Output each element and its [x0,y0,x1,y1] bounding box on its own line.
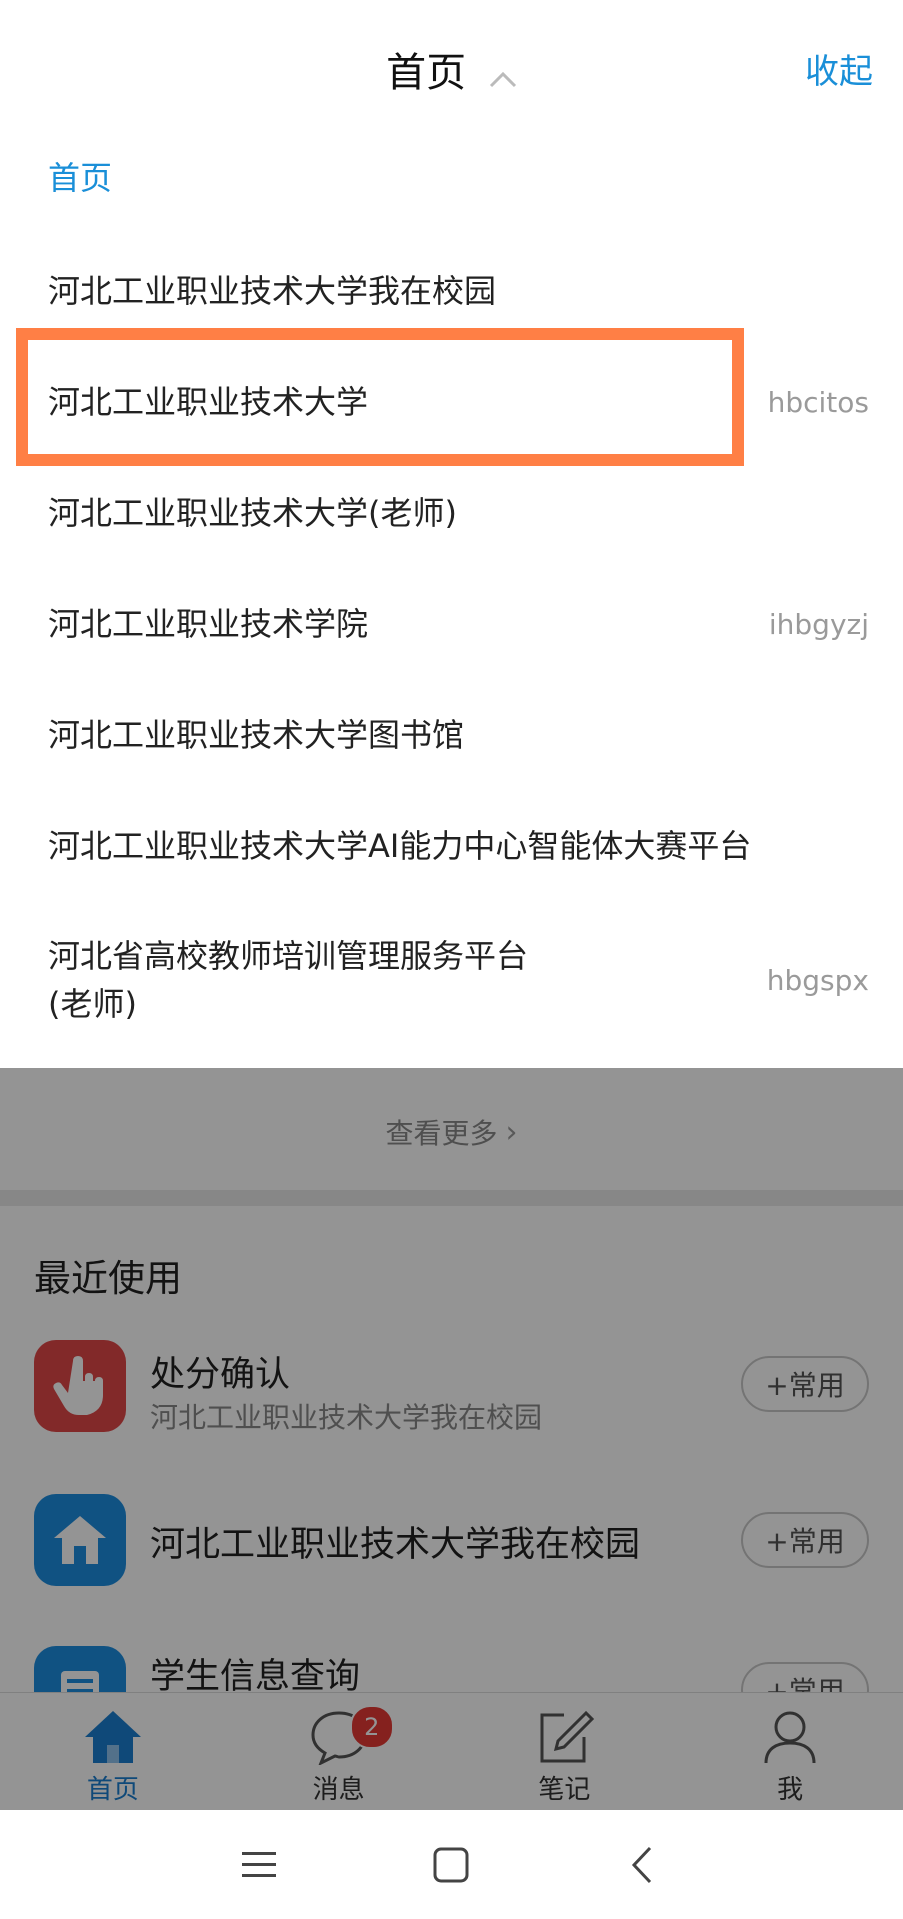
highlight-annotation-box [16,328,744,466]
school-item-label-line2: (老师) [48,985,137,1023]
dim-overlay[interactable] [0,1068,903,1810]
school-item-label: 河北省高校教师培训管理服务平台 [48,937,529,975]
school-item-label: 河北工业职业技术大学图书馆 [48,716,465,754]
panel-header: 首页 收起 [0,0,903,134]
home-square-icon[interactable] [426,1840,476,1890]
school-item-label: 河北工业职业技术大学我在校园 [48,272,497,310]
school-item[interactable]: 河北工业职业技术大学(老师) [0,459,903,570]
system-navigation-bar [0,1810,903,1919]
school-item-label: 河北工业职业技术大学AI能力中心智能体大赛平台 [48,827,752,865]
chevron-up-icon [489,52,517,98]
panel-title[interactable]: 首页 [0,40,903,98]
school-item-label: 河北工业职业技术大学(老师) [48,494,457,532]
school-item[interactable]: 河北工业职业技术学院 ihbgyzj [0,570,903,681]
school-item-label: 首页 [48,159,113,197]
collapse-button[interactable]: 收起 [805,44,873,93]
school-switcher-panel: 首页 收起 首页 河北工业职业技术大学我在校园 河北工业职业技术大学 hbcit… [0,0,903,1068]
school-item-code: ihbgyzj [768,608,869,641]
school-item-code: hbcitos [767,386,869,419]
school-item-home[interactable]: 首页 [0,126,903,237]
school-item[interactable]: 河北工业职业技术大学AI能力中心智能体大赛平台 [0,792,903,903]
school-item-label: 河北工业职业技术学院 [48,605,369,643]
school-item[interactable]: 河北工业职业技术大学图书馆 [0,681,903,792]
menu-icon[interactable] [234,1840,284,1890]
school-item-code: hbgspx [766,964,869,997]
panel-title-text: 首页 [386,50,467,96]
school-item[interactable]: 河北省高校教师培训管理服务平台 (老师) hbgspx [0,916,903,1056]
back-arrow-icon[interactable] [618,1840,668,1890]
